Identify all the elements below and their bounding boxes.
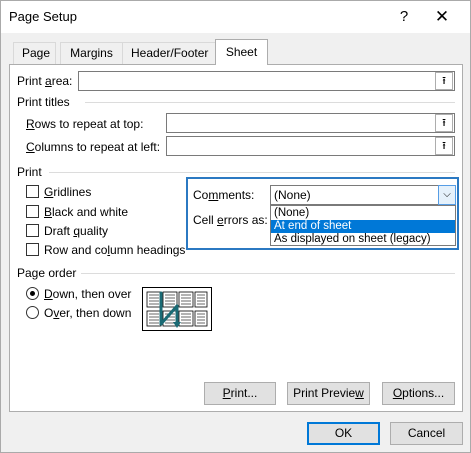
cols-repeat-collapse-icon[interactable]: ⭱ [435, 137, 453, 155]
cancel-button[interactable]: Cancel [390, 422, 463, 445]
gridlines-label[interactable]: Gridlines [44, 185, 91, 199]
tab-margins[interactable]: Margins [60, 42, 123, 64]
down-then-over-label[interactable]: Down, then over [44, 287, 131, 301]
cell-errors-label: Cell errors as: [193, 213, 268, 227]
print-preview-button[interactable]: Print Preview [287, 382, 370, 405]
page-setup-dialog: Page Setup ? ✕ Page Margins Header/Foote… [0, 0, 471, 453]
page-order-heading: Page order [17, 266, 77, 280]
tab-page[interactable]: Page [13, 42, 56, 64]
cols-repeat-input[interactable] [166, 136, 455, 156]
print-button[interactable]: Print... [204, 382, 276, 405]
draft-quality-label[interactable]: Draft quality [44, 224, 108, 238]
close-button[interactable]: ✕ [428, 5, 456, 29]
print-heading: Print [17, 165, 42, 179]
print-titles-heading: Print titles [17, 95, 70, 109]
comments-dropdown-list: (None) At end of sheet As displayed on s… [270, 205, 456, 246]
draft-quality-checkbox[interactable] [26, 224, 39, 237]
comments-option-end-of-sheet[interactable]: At end of sheet [271, 220, 455, 233]
comments-option-as-displayed[interactable]: As displayed on sheet (legacy) [271, 233, 455, 246]
dialog-title: Page Setup [9, 9, 77, 24]
page-order-preview-icon [142, 287, 212, 331]
comments-select-value: (None) [274, 188, 311, 202]
black-white-checkbox[interactable] [26, 205, 39, 218]
row-col-headings-checkbox[interactable] [26, 243, 39, 256]
options-button[interactable]: Options... [382, 382, 455, 405]
print-titles-divider [85, 102, 455, 103]
row-col-headings-label[interactable]: Row and column headings [44, 243, 185, 257]
rows-repeat-input[interactable] [166, 113, 455, 133]
comments-label: Comments: [193, 188, 255, 202]
comments-select[interactable]: (None) ⌵ [270, 185, 456, 205]
title-bar: Page Setup ? ✕ [1, 1, 470, 33]
gridlines-checkbox[interactable] [26, 185, 39, 198]
page-order-preview-svg [146, 291, 208, 328]
comments-option-none[interactable]: (None) [271, 207, 455, 220]
black-white-label[interactable]: Black and white [44, 205, 128, 219]
down-then-over-radio[interactable] [26, 287, 39, 300]
ok-button[interactable]: OK [307, 422, 380, 445]
print-area-label: Print area: [17, 74, 73, 88]
page-order-divider [81, 273, 455, 274]
tab-header-footer[interactable]: Header/Footer [122, 42, 216, 64]
help-button[interactable]: ? [390, 5, 418, 29]
print-area-collapse-icon[interactable]: ⭱ [435, 72, 453, 90]
rows-repeat-collapse-icon[interactable]: ⭱ [435, 114, 453, 132]
over-then-down-label[interactable]: Over, then down [44, 306, 131, 320]
chevron-down-icon[interactable]: ⌵ [438, 185, 456, 205]
over-then-down-radio[interactable] [26, 306, 39, 319]
print-divider [49, 172, 455, 173]
tab-sheet[interactable]: Sheet [215, 39, 268, 65]
cols-repeat-label: Columns to repeat at left: [26, 140, 161, 154]
print-area-input[interactable] [78, 71, 455, 91]
rows-repeat-label: Rows to repeat at top: [26, 117, 144, 131]
